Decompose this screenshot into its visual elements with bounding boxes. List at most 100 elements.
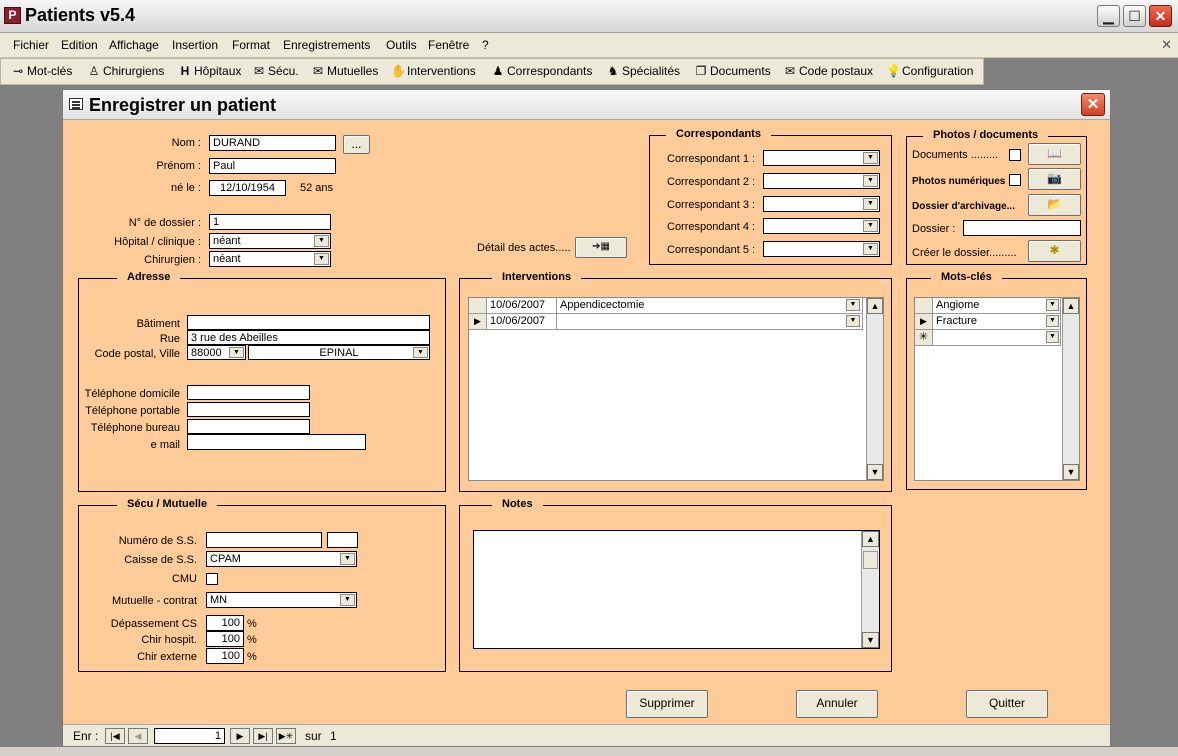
annuler-button[interactable]: Annuler (796, 690, 878, 718)
scroll-down-icon[interactable]: ▼ (862, 632, 879, 648)
documents-checkbox[interactable] (1009, 149, 1021, 161)
chevron-down-icon[interactable]: ▼ (863, 243, 878, 255)
menu-fenetre[interactable]: Fenêtre (428, 38, 469, 52)
documents-button[interactable]: 📖 (1028, 143, 1081, 165)
detail-actes-button[interactable]: ➔▦ (575, 237, 627, 258)
chevron-down-icon[interactable]: ▼ (229, 347, 244, 358)
chevron-down-icon[interactable]: ▼ (846, 315, 860, 327)
photos-button[interactable]: 📷 (1028, 168, 1081, 190)
chevron-down-icon[interactable]: ▼ (863, 220, 878, 232)
menu-insertion[interactable]: Insertion (172, 38, 218, 52)
chevron-down-icon[interactable]: ▼ (846, 299, 860, 311)
first-record-icon[interactable]: |◀ (105, 728, 125, 744)
next-record-icon[interactable]: ▶ (230, 728, 250, 744)
supprimer-button[interactable]: Supprimer (626, 690, 708, 718)
maximize-button[interactable]: ☐ (1123, 5, 1146, 27)
correspondant-2-select[interactable]: ▼ (763, 173, 880, 189)
chevron-down-icon[interactable]: ▼ (1046, 315, 1059, 327)
dossier-number-field[interactable]: 1 (209, 214, 331, 230)
browse-button[interactable]: ... (343, 135, 370, 154)
toolbar-mutuelles[interactable]: ✉ Mutuelles (311, 64, 378, 78)
create-folder-button[interactable]: ✱ (1028, 240, 1081, 262)
toolbar-specialites[interactable]: ♞ Spécialités (606, 64, 680, 78)
menu-affichage[interactable]: Affichage (109, 38, 159, 52)
correspondant-1-select[interactable]: ▼ (763, 150, 880, 166)
interventions-scrollbar[interactable]: ▲ ▼ (866, 298, 883, 480)
dob-field[interactable]: 12/10/1954 (209, 180, 286, 196)
record-number-field[interactable]: 1 (154, 728, 225, 744)
notes-scrollbar[interactable]: ▲ ▼ (861, 531, 879, 648)
prev-record-icon[interactable]: ◀ (128, 728, 148, 744)
intervention-name-cell[interactable]: ▼ (557, 314, 863, 330)
tel-domicile-field[interactable] (187, 385, 310, 400)
intervention-date-cell[interactable]: 10/06/2007 (487, 298, 557, 314)
menu-fichier[interactable]: Fichier (13, 38, 49, 52)
prenom-field[interactable]: Paul (209, 158, 336, 174)
menu-enregistrements[interactable]: Enregistrements (283, 38, 370, 52)
row-selector[interactable] (915, 298, 933, 314)
cmu-checkbox[interactable] (206, 573, 218, 585)
menu-edition[interactable]: Edition (61, 38, 98, 52)
chevron-down-icon[interactable]: ▼ (863, 198, 878, 210)
scroll-down-icon[interactable]: ▼ (1063, 464, 1079, 480)
code-postal-select[interactable]: 88000 ▼ (187, 345, 246, 360)
toolbar-hopitaux[interactable]: H Hôpitaux (178, 64, 242, 78)
depassement-cs-field[interactable]: 100 (206, 615, 244, 631)
numero-ss-key-field[interactable] (327, 532, 358, 548)
tel-bureau-field[interactable] (187, 419, 310, 434)
intervention-name-cell[interactable]: Appendicectomie ▼ (557, 298, 863, 314)
menu-outils[interactable]: Outils (386, 38, 417, 52)
email-field[interactable] (187, 434, 366, 450)
hopital-select[interactable]: néant ▼ (209, 233, 331, 249)
menu-help[interactable]: ? (482, 38, 489, 52)
toolbar-interventions[interactable]: ✋Interventions (391, 64, 476, 78)
toolbar-documents[interactable]: ❐ Documents (694, 64, 771, 78)
tel-portable-field[interactable] (187, 402, 310, 417)
archivage-folder-button[interactable]: 📂 (1028, 194, 1081, 216)
chevron-down-icon[interactable]: ▼ (314, 235, 329, 247)
numero-ss-field[interactable] (206, 532, 322, 548)
correspondant-5-select[interactable]: ▼ (763, 241, 880, 257)
toolbar-configuration[interactable]: 💡Configuration (886, 64, 973, 78)
quitter-button[interactable]: Quitter (966, 690, 1048, 718)
batiment-field[interactable] (187, 315, 430, 330)
rue-field[interactable]: 3 rue des Abeilles (187, 330, 430, 345)
chevron-down-icon[interactable]: ▼ (1046, 331, 1059, 343)
mdi-close-icon[interactable]: ✕ (1161, 37, 1172, 53)
nom-field[interactable]: DURAND (209, 135, 336, 151)
chevron-down-icon[interactable]: ▼ (863, 175, 878, 187)
last-record-icon[interactable]: ▶| (253, 728, 273, 744)
chevron-down-icon[interactable]: ▼ (413, 347, 428, 358)
chir-externe-field[interactable]: 100 (206, 648, 244, 664)
close-form-button[interactable]: ✕ (1081, 93, 1105, 116)
toolbar-secu[interactable]: ✉ Sécu. (252, 64, 299, 78)
motcle-cell[interactable]: ▼ (933, 330, 1061, 346)
toolbar-motcles[interactable]: ⊸ Mot-clés (11, 64, 72, 78)
toolbar-correspondants[interactable]: ♟ Correspondants (491, 64, 593, 78)
intervention-date-cell[interactable]: 10/06/2007 (487, 314, 557, 330)
new-record-icon[interactable]: ▶✳ (276, 728, 296, 744)
chevron-down-icon[interactable]: ▼ (1046, 299, 1059, 311)
chir-hospit-field[interactable]: 100 (206, 631, 244, 647)
scroll-thumb[interactable] (863, 551, 878, 569)
scroll-up-icon[interactable]: ▲ (1063, 298, 1079, 314)
motcle-cell[interactable]: Angiome ▼ (933, 298, 1061, 314)
correspondant-4-select[interactable]: ▼ (763, 218, 880, 234)
photos-checkbox[interactable] (1009, 174, 1021, 186)
toolbar-chirurgiens[interactable]: ♙ Chirurgiens (87, 64, 165, 78)
ville-select[interactable]: EPINAL ▼ (248, 345, 430, 360)
chevron-down-icon[interactable]: ▼ (340, 594, 355, 606)
close-app-button[interactable]: ✕ (1149, 5, 1172, 27)
chirurgien-select[interactable]: néant ▼ (209, 251, 331, 267)
row-selector[interactable] (469, 298, 487, 314)
chevron-down-icon[interactable]: ▼ (863, 152, 878, 164)
menu-format[interactable]: Format (232, 38, 270, 52)
dossier-field[interactable] (963, 220, 1081, 236)
scroll-down-icon[interactable]: ▼ (867, 464, 883, 480)
motcle-cell[interactable]: Fracture ▼ (933, 314, 1061, 330)
scroll-up-icon[interactable]: ▲ (867, 298, 883, 314)
caisse-ss-select[interactable]: CPAM ▼ (206, 551, 357, 567)
mutuelle-select[interactable]: MN ▼ (206, 592, 357, 608)
minimize-button[interactable]: ▁ (1097, 5, 1120, 27)
motscles-scrollbar[interactable]: ▲ ▼ (1062, 298, 1079, 480)
